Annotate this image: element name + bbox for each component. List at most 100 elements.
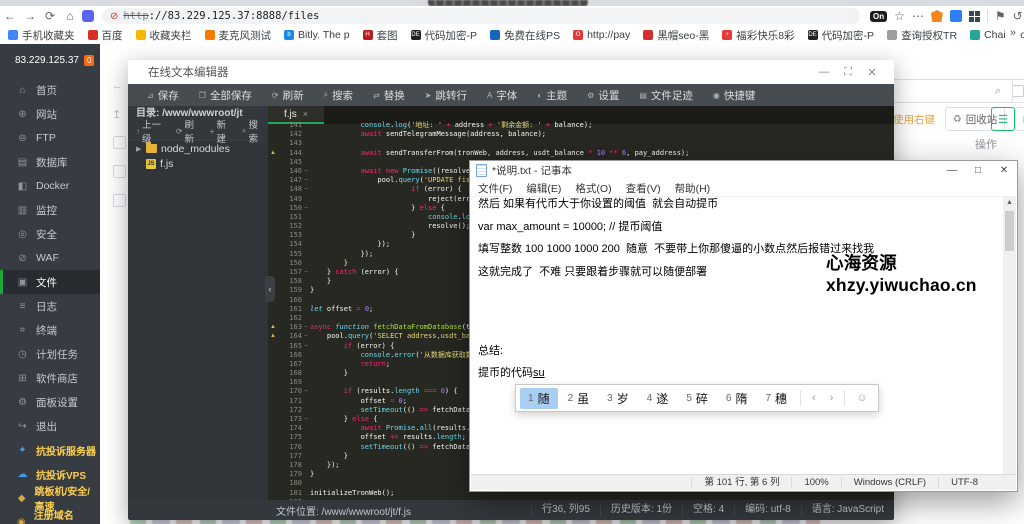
- sidebar-item-FTP[interactable]: ⊜FTP: [0, 126, 100, 150]
- grid-view-toggle[interactable]: ⊞: [1015, 107, 1024, 131]
- ime-next-icon[interactable]: ›: [824, 392, 840, 404]
- flag-icon[interactable]: ⚑: [995, 9, 1006, 23]
- sidebar-item-终端[interactable]: ⌗终端: [0, 318, 100, 342]
- menu-编辑(E)[interactable]: 编辑(E): [526, 181, 561, 196]
- menu-格式(O)[interactable]: 格式(O): [575, 181, 611, 196]
- sidebar-item-监控[interactable]: ▥监控: [0, 198, 100, 222]
- tree-button-上一级[interactable]: ↑上一级: [132, 117, 170, 145]
- bookmark-item[interactable]: 免费在线PS: [490, 28, 560, 43]
- sidebar-item-Docker[interactable]: ◧Docker: [0, 174, 100, 198]
- bookmark-item[interactable]: DE代码加密-P: [411, 28, 478, 43]
- forward-icon[interactable]: →: [20, 9, 40, 23]
- ime-candidate-4[interactable]: 4遂: [639, 388, 677, 409]
- sidebar-item-退出[interactable]: ↪退出: [0, 414, 100, 438]
- tree-button-刷新[interactable]: ⟳刷新: [172, 117, 204, 145]
- toolbar-文件足迹[interactable]: ▤文件足迹: [630, 84, 702, 106]
- toolbar-快捷键[interactable]: ◉快捷键: [704, 84, 764, 106]
- more-actions-icon[interactable]: ⋯: [912, 9, 924, 23]
- ime-candidate-2[interactable]: 2虽: [560, 388, 598, 409]
- ime-candidate-7[interactable]: 7穗: [757, 388, 795, 409]
- bookmark-item[interactable]: bBitly. The p: [284, 29, 350, 41]
- password-manager-icon[interactable]: On: [870, 11, 887, 22]
- toolbar-搜索[interactable]: ⌕搜索: [315, 84, 362, 106]
- bookmark-item[interactable]: 手机收藏夹: [8, 28, 75, 43]
- notepad-close-icon[interactable]: ✕: [991, 165, 1017, 176]
- menu-文件(F)[interactable]: 文件(F): [478, 181, 512, 196]
- sidebar-item-注册域名USDT支付[interactable]: ◉注册域名USDT支付: [0, 510, 100, 524]
- sidebar-item-日志[interactable]: ≡日志: [0, 294, 100, 318]
- address-bar[interactable]: ⊘ http://83.229.125.37:8888/files: [102, 8, 860, 24]
- toolbar-替换[interactable]: ⇄替换: [364, 84, 414, 106]
- apps-grid-icon[interactable]: [969, 11, 980, 22]
- scrollbar-thumb[interactable]: [1005, 211, 1014, 251]
- row-checkbox[interactable]: [113, 194, 126, 207]
- scroll-up-icon[interactable]: ▲: [1003, 197, 1016, 209]
- bookmark-item[interactable]: 百度: [88, 28, 123, 43]
- history-icon[interactable]: ↺: [1013, 9, 1023, 23]
- list-view-toggle[interactable]: ☰: [991, 107, 1015, 131]
- toolbar-全部保存[interactable]: ❒全部保存: [190, 84, 261, 106]
- toolbar-主题[interactable]: ◐主题: [528, 84, 576, 106]
- bookmark-item[interactable]: H套图: [363, 28, 398, 43]
- menu-查看(V)[interactable]: 查看(V): [626, 181, 661, 196]
- toolbar-字体[interactable]: A字体: [478, 84, 526, 106]
- sidebar-item-抗投诉服务器[interactable]: ✦抗投诉服务器: [0, 438, 100, 462]
- bookmark-item[interactable]: +福彩快乐8彩: [722, 28, 794, 43]
- tree-collapse-handle[interactable]: ‹: [265, 276, 275, 302]
- page-back-icon[interactable]: ←: [112, 80, 123, 92]
- resize-grip[interactable]: [990, 477, 1016, 488]
- notepad-minimize-icon[interactable]: —: [939, 165, 965, 176]
- bookmark-star-icon[interactable]: ☆: [894, 9, 905, 23]
- menu-帮助(H)[interactable]: 帮助(H): [675, 181, 711, 196]
- sidebar-item-网站[interactable]: ⊕网站: [0, 102, 100, 126]
- metamask-icon[interactable]: [931, 10, 943, 22]
- maximize-icon[interactable]: ⛶: [836, 66, 860, 79]
- sidebar-item-计划任务[interactable]: ◷计划任务: [0, 342, 100, 366]
- tab-close-icon[interactable]: ×: [303, 109, 308, 119]
- ime-candidate-5[interactable]: 5碎: [678, 388, 716, 409]
- toolbar-跳转行[interactable]: ➤跳转行: [416, 84, 476, 106]
- sidebar-item-文件[interactable]: ▣文件: [0, 270, 100, 294]
- notepad-maximize-icon[interactable]: □: [965, 165, 991, 176]
- sidebar-item-首页[interactable]: ⌂首页: [0, 78, 100, 102]
- home-icon[interactable]: ⌂: [60, 9, 80, 23]
- ime-candidate-6[interactable]: 6隋: [718, 388, 756, 409]
- site-not-secure-icon[interactable]: ⊘: [110, 11, 118, 22]
- notepad-text-area[interactable]: 然后 如果有代币大于你设置的阈值 就会自动提币 var max_amount =…: [471, 197, 1003, 475]
- ime-emoji-icon[interactable]: ☺: [850, 392, 873, 404]
- bookmark-item[interactable]: Ohttp://pay: [573, 29, 630, 41]
- toolbar-保存[interactable]: ⊿保存: [138, 84, 188, 106]
- tree-button-搜索[interactable]: ⌕搜索: [238, 117, 268, 145]
- bookmark-item[interactable]: 收藏夹栏: [136, 28, 192, 43]
- sidebar-item-数据库[interactable]: ▤数据库: [0, 150, 100, 174]
- toolbar-刷新[interactable]: ⟳刷新: [263, 84, 313, 106]
- upload-icon[interactable]: ↥: [112, 108, 121, 121]
- bookmark-item[interactable]: DE代码加密-P: [808, 28, 875, 43]
- ime-candidate-1[interactable]: 1随: [520, 388, 558, 409]
- bookmarks-overflow-icon[interactable]: »: [1006, 27, 1020, 39]
- sidebar-header[interactable]: 83.229.125.37 0: [0, 44, 100, 78]
- ime-candidate-3[interactable]: 3岁: [599, 388, 637, 409]
- search-button[interactable]: ⌕: [984, 79, 1013, 103]
- toolbar-设置[interactable]: ⚙设置: [578, 84, 628, 106]
- row-checkbox[interactable]: [113, 165, 126, 178]
- row-checkbox[interactable]: [113, 136, 126, 149]
- back-icon[interactable]: ←: [0, 9, 20, 23]
- include-subdir-checkbox[interactable]: [1012, 85, 1024, 97]
- extension-icon[interactable]: [82, 10, 94, 22]
- close-icon[interactable]: ✕: [860, 66, 884, 79]
- bookmark-item[interactable]: 查询授权TR: [887, 28, 957, 43]
- sidebar-item-WAF[interactable]: ⊘WAF: [0, 246, 100, 270]
- notepad-title-bar[interactable]: *说明.txt - 记事本 — □ ✕: [470, 161, 1017, 180]
- editor-title-bar[interactable]: 在线文本编辑器 — ⛶ ✕: [128, 60, 894, 84]
- tree-item-f.js[interactable]: JSf.js: [128, 156, 268, 171]
- bookmark-item[interactable]: 黑帽seo-黑: [643, 28, 709, 43]
- blue-extension-icon[interactable]: [950, 10, 962, 22]
- tree-button-新建[interactable]: +新建: [206, 117, 236, 145]
- reload-icon[interactable]: ⟳: [40, 9, 60, 23]
- bookmark-item[interactable]: 麦克风测试: [205, 28, 272, 43]
- sidebar-item-软件商店[interactable]: ⊞软件商店: [0, 366, 100, 390]
- notepad-scrollbar[interactable]: ▲: [1003, 197, 1016, 475]
- ime-prev-icon[interactable]: ‹: [806, 392, 822, 404]
- sidebar-item-安全[interactable]: ◎安全: [0, 222, 100, 246]
